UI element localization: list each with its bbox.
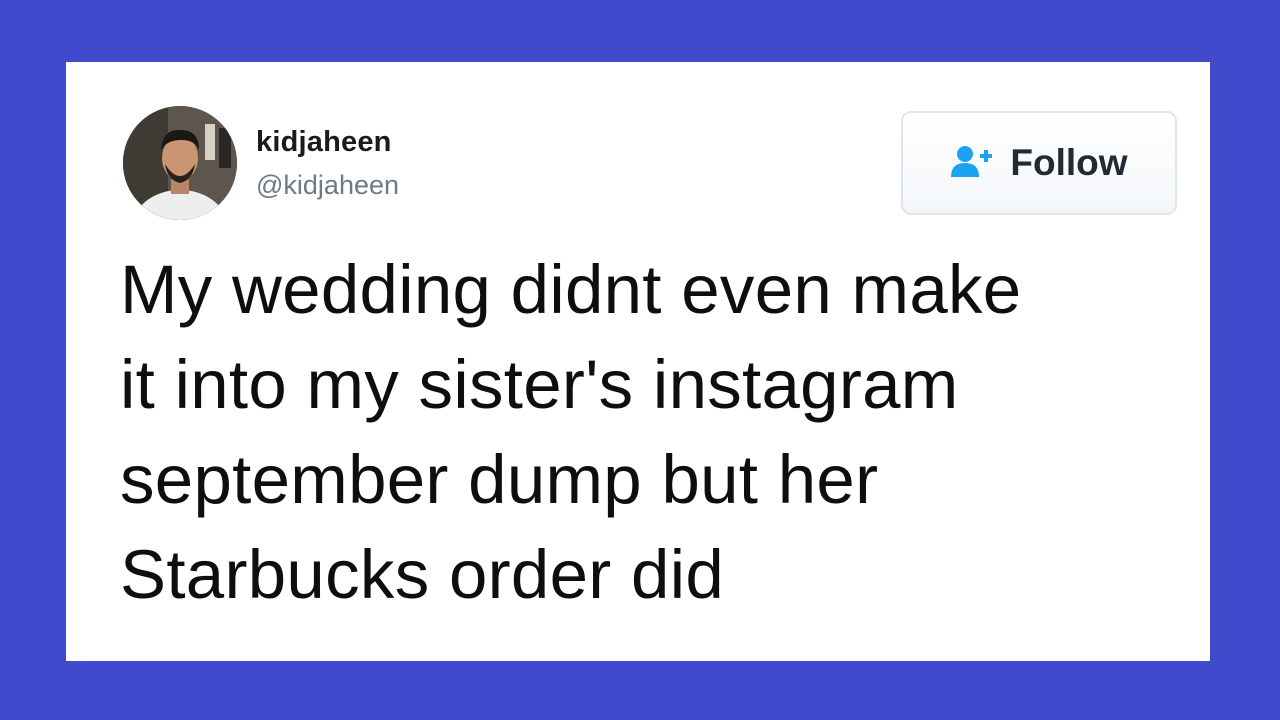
avatar[interactable] bbox=[123, 106, 237, 220]
tweet-card: kidjaheen @kidjaheen Follow My wedding d… bbox=[66, 62, 1210, 661]
user-handle[interactable]: @kidjaheen bbox=[256, 170, 399, 201]
follow-button[interactable]: Follow bbox=[901, 111, 1177, 215]
tweet-text-line: Starbucks order did bbox=[120, 536, 724, 613]
tweet-text-line: september dump but her bbox=[120, 441, 879, 518]
profile-photo-icon bbox=[123, 106, 237, 220]
add-user-icon bbox=[951, 146, 993, 177]
tweet-text: My wedding didnt even make it into my si… bbox=[120, 242, 1200, 622]
tweet-text-line: My wedding didnt even make bbox=[120, 251, 1022, 328]
display-name[interactable]: kidjaheen bbox=[256, 126, 392, 159]
follow-label: Follow bbox=[1010, 142, 1128, 183]
tweet-text-line: it into my sister's instagram bbox=[120, 346, 959, 423]
